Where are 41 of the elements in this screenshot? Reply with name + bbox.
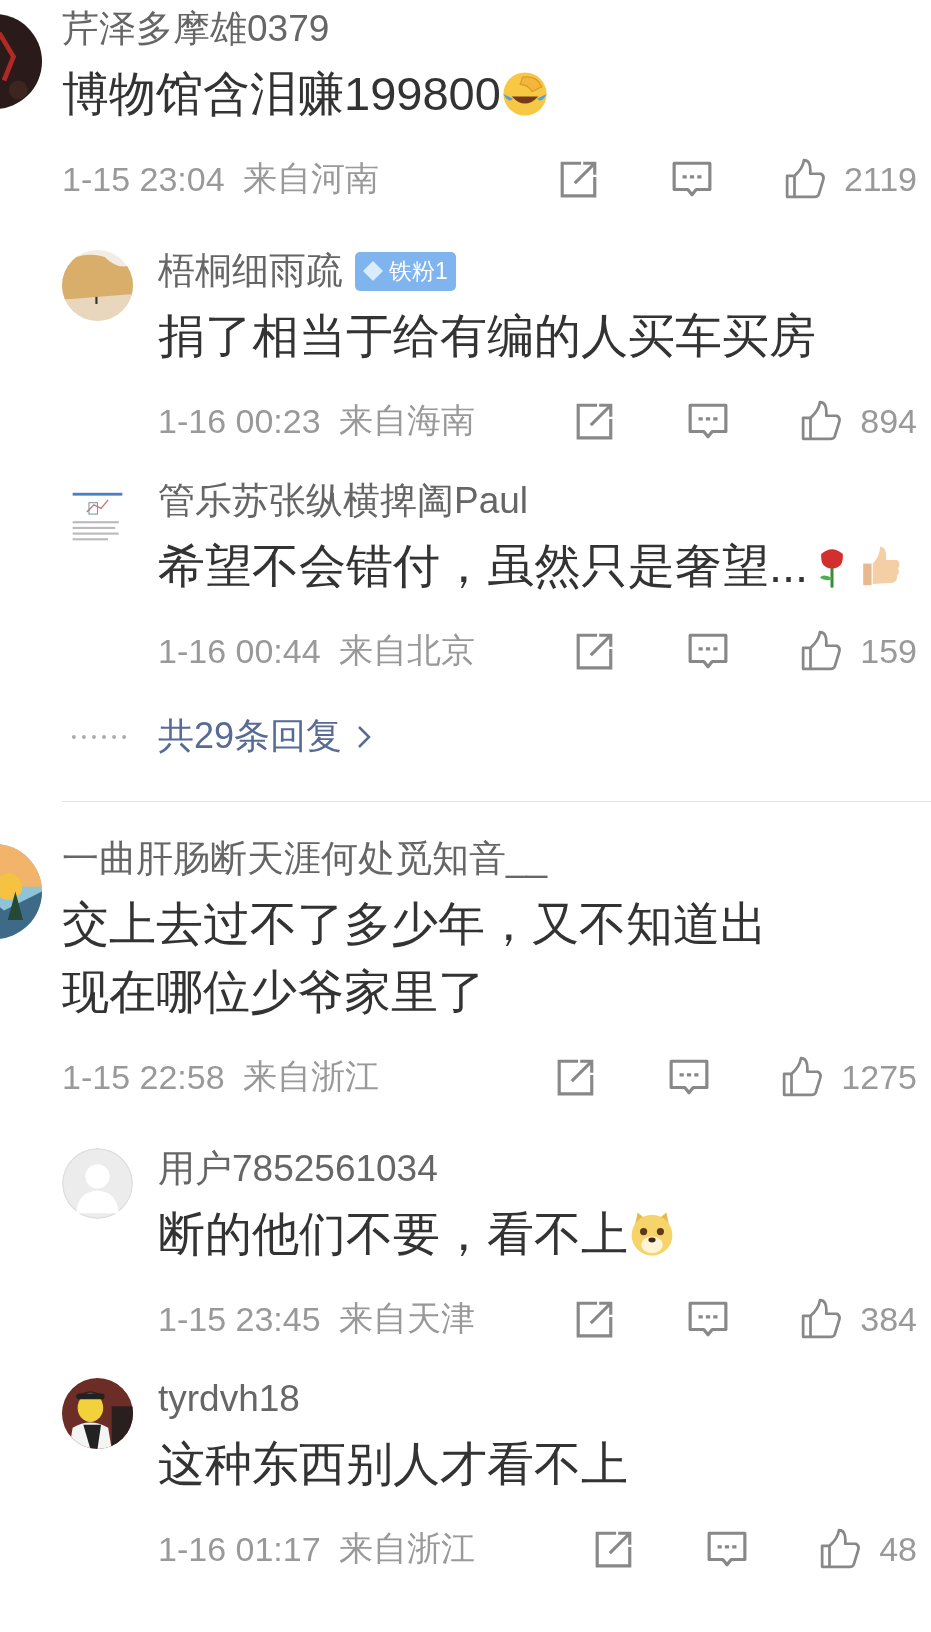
dots-icon: [70, 733, 128, 740]
comment-location: 来自浙江: [242, 1056, 379, 1097]
comment-text: 交上去过不了多少年，又不知道出现在哪位少爷家里了: [62, 896, 768, 1020]
username[interactable]: 芹泽多摩雄0379: [62, 4, 330, 54]
username[interactable]: tyrdvh18: [158, 1378, 300, 1420]
like-count: 1275: [841, 1057, 917, 1097]
comment-location: 来自北京: [338, 630, 475, 671]
comment-time: 1-16 00:44: [158, 631, 321, 671]
comment-time: 1-16 01:17: [158, 1529, 321, 1569]
comment-time: 1-15 23:45: [158, 1299, 321, 1339]
comment-time: 1-15 22:58: [62, 1057, 225, 1097]
like-icon[interactable]: [781, 1056, 824, 1098]
chevron-right-icon: [356, 723, 373, 750]
like-count: 48: [879, 1529, 917, 1569]
comment-time: 1-16 00:23: [158, 401, 321, 441]
username[interactable]: 用户7852561034: [158, 1144, 438, 1194]
comment-time: 1-15 23:04: [62, 159, 225, 199]
comment-text: 希望不会错付，虽然只是奢望...: [158, 532, 917, 600]
fan-badge: 铁粉1: [355, 251, 456, 291]
like-count: 2119: [843, 159, 917, 199]
like-icon[interactable]: [819, 1528, 862, 1570]
like-count: 894: [860, 401, 917, 441]
like-icon[interactable]: [800, 400, 843, 442]
more-replies-link[interactable]: 共29条回复: [158, 712, 373, 761]
laughing-crying-emoji-icon: [500, 70, 549, 118]
comment-location: 来自海南: [338, 400, 475, 441]
comment-location: 来自浙江: [338, 1528, 475, 1569]
like-count: 159: [860, 631, 917, 671]
comment-text: 博物馆含泪赚199800: [62, 60, 812, 128]
comment-text: 捐了相当于给有编的人买车买房: [158, 308, 817, 364]
like-icon[interactable]: [800, 1298, 843, 1340]
username[interactable]: 一曲肝肠断天涯何处觅知音__: [62, 834, 548, 884]
comment-location: 来自天津: [338, 1298, 475, 1339]
like-count: 384: [860, 1299, 917, 1339]
like-icon[interactable]: [800, 630, 843, 672]
comment-text: 这种东西别人才看不上: [158, 1436, 629, 1492]
comment-location: 来自河南: [242, 158, 379, 199]
comment-text: 断的他们不要，看不上: [158, 1200, 917, 1268]
username[interactable]: 管乐苏张纵横捭阖Paul: [158, 476, 529, 526]
like-icon[interactable]: [783, 158, 826, 200]
username[interactable]: 梧桐细雨疏: [158, 246, 343, 296]
